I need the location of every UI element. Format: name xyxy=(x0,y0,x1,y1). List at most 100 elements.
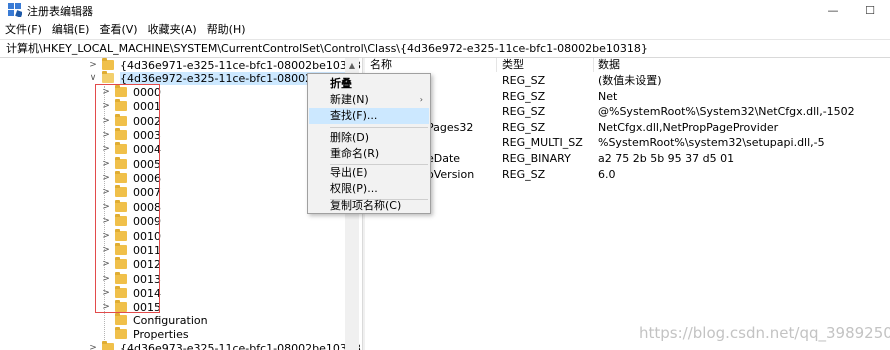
tree-item-subkey[interactable]: >0012 xyxy=(101,257,161,271)
folder-icon xyxy=(115,214,127,226)
menu-edit[interactable]: 编辑(E) xyxy=(47,21,95,39)
chevron-right-icon[interactable]: > xyxy=(88,343,98,350)
folder-icon xyxy=(115,128,127,140)
menu-view[interactable]: 查看(V) xyxy=(94,21,142,39)
menu-item-permissions[interactable]: 权限(P)... xyxy=(309,181,429,197)
tree-item-subkey[interactable]: >0000 xyxy=(101,85,161,99)
folder-icon xyxy=(115,313,127,325)
menu-item-export[interactable]: 导出(E) xyxy=(309,165,429,181)
chevron-right-icon[interactable]: > xyxy=(101,231,111,241)
tree-item-subkey[interactable]: >0010 xyxy=(101,229,161,243)
folder-icon xyxy=(115,157,127,169)
menu-separator xyxy=(330,127,428,128)
chevron-right-icon[interactable]: > xyxy=(101,302,111,312)
chevron-right-icon[interactable]: > xyxy=(101,144,111,154)
tree-item-subkey[interactable]: >0009 xyxy=(101,214,161,228)
tree-item-class-4d36e973[interactable]: > {4d36e973-e325-11ce-bfc1-08002be10318} xyxy=(88,341,362,350)
tree-item-label: 0014 xyxy=(133,286,161,300)
tree-item-subkey[interactable]: >0005 xyxy=(101,157,161,171)
chevron-right-icon[interactable]: > xyxy=(101,202,111,212)
chevron-right-icon[interactable]: > xyxy=(88,60,98,70)
menu-file[interactable]: 文件(F) xyxy=(0,21,47,39)
menu-item-rename[interactable]: 重命名(R) xyxy=(309,146,429,162)
folder-icon xyxy=(115,272,127,284)
tree-item-label: 0008 xyxy=(133,200,161,214)
value-data: @%SystemRoot%\System32\NetCfgx.dll,-1502 xyxy=(598,105,855,118)
chevron-right-icon[interactable]: > xyxy=(101,245,111,255)
registry-editor-icon xyxy=(8,3,22,17)
maximize-button[interactable]: ☐ xyxy=(855,0,885,20)
folder-icon xyxy=(115,327,127,339)
context-menu: 折叠 新建(N) › 查找(F)... 删除(D) 重命名(R) 导出(E) 权… xyxy=(307,73,431,214)
column-separator[interactable] xyxy=(593,58,594,72)
menu-item-delete[interactable]: 删除(D) xyxy=(309,130,429,146)
tree-item-subkey[interactable]: >0001 xyxy=(101,99,161,113)
tree-item-subkey[interactable]: >0007 xyxy=(101,185,161,199)
value-type: REG_SZ xyxy=(502,168,546,181)
chevron-right-icon[interactable]: > xyxy=(101,274,111,284)
chevron-right-icon[interactable]: > xyxy=(101,116,111,126)
tree-item-label: 0002 xyxy=(133,114,161,128)
chevron-right-icon[interactable]: > xyxy=(101,216,111,226)
tree-item-label: Configuration xyxy=(133,313,208,327)
folder-icon xyxy=(115,99,127,111)
menu-help[interactable]: 帮助(H) xyxy=(202,21,251,39)
value-data: a2 75 2b 5b 95 37 d5 01 xyxy=(598,152,735,165)
value-type: REG_SZ xyxy=(502,74,546,87)
tree-item-subkey[interactable]: >0003 xyxy=(101,128,161,142)
chevron-right-icon[interactable]: > xyxy=(101,87,111,97)
tree-item-subkey[interactable]: >0013 xyxy=(101,272,161,286)
menu-favorites[interactable]: 收藏夹(A) xyxy=(143,21,202,39)
tree-item-label: 0009 xyxy=(133,214,161,228)
column-header-name[interactable]: 名称 xyxy=(370,58,392,72)
menu-item-find[interactable]: 查找(F)... xyxy=(309,108,429,124)
tree-item-subkey[interactable]: >0002 xyxy=(101,114,161,128)
chevron-right-icon[interactable]: > xyxy=(101,101,111,111)
chevron-right-icon[interactable]: > xyxy=(101,159,111,169)
value-data: 6.0 xyxy=(598,168,616,181)
menu-bar: 文件(F) 编辑(E) 查看(V) 收藏夹(A) 帮助(H) xyxy=(0,21,251,39)
tree-item-label: {4d36e971-e325-11ce-bfc1-08002be10318} xyxy=(120,58,362,72)
folder-icon xyxy=(115,142,127,154)
scroll-up-arrow-icon[interactable]: ▲ xyxy=(345,58,359,72)
tree-item-subkey[interactable]: >0015 xyxy=(101,300,161,314)
values-list-pane: 名称 类型 数据 REG_SZ (数值未设置) REG_SZ Net REG_SZ @%S… xyxy=(365,58,890,350)
tree-item-subkey[interactable]: >0014 xyxy=(101,286,161,300)
tree-item-class-4d36e971[interactable]: > {4d36e971-e325-11ce-bfc1-08002be10318} xyxy=(88,58,362,72)
menu-item-new[interactable]: 新建(N) › xyxy=(309,92,429,108)
menu-item-label: 新建(N) xyxy=(330,93,369,106)
menu-item-collapse[interactable]: 折叠 xyxy=(309,76,429,92)
column-header-type[interactable]: 类型 xyxy=(502,58,524,72)
title-bar: 注册表编辑器 — ☐ xyxy=(0,0,890,20)
value-name: Pages32 xyxy=(427,121,474,134)
watermark: https://blog.csdn.net/qq_39892503 xyxy=(639,324,890,342)
value-data: (数值未设置) xyxy=(598,74,662,87)
chevron-right-icon[interactable]: > xyxy=(101,187,111,197)
column-separator[interactable] xyxy=(496,58,497,72)
tree-item-subkey[interactable]: >0008 xyxy=(101,200,161,214)
folder-icon xyxy=(115,171,127,183)
tree-item-label: 0011 xyxy=(133,243,161,257)
menu-item-copy-key-name[interactable]: 复制项名称(C) xyxy=(309,198,429,214)
address-bar[interactable]: 计算机\HKEY_LOCAL_MACHINE\SYSTEM\CurrentCon… xyxy=(0,39,890,58)
column-header-data[interactable]: 数据 xyxy=(598,58,620,72)
value-type: REG_SZ xyxy=(502,90,546,103)
tree-item-subkey[interactable]: >0006 xyxy=(101,171,161,185)
chevron-right-icon[interactable]: > xyxy=(101,130,111,140)
folder-icon xyxy=(102,58,114,70)
chevron-right-icon[interactable]: > xyxy=(101,173,111,183)
value-data: Net xyxy=(598,90,618,103)
folder-icon xyxy=(115,286,127,298)
tree-item-label: 0012 xyxy=(133,257,161,271)
chevron-down-icon[interactable]: ∨ xyxy=(88,73,98,83)
tree-item-subkey[interactable]: >0004 xyxy=(101,142,161,156)
tree-item-label: 0010 xyxy=(133,229,161,243)
minimize-button[interactable]: — xyxy=(818,0,848,20)
chevron-right-icon[interactable]: > xyxy=(101,288,111,298)
tree-item-properties[interactable]: Properties xyxy=(101,327,189,341)
value-name: oVersion xyxy=(427,168,475,181)
chevron-right-icon[interactable]: > xyxy=(101,259,111,269)
tree-item-configuration[interactable]: Configuration xyxy=(101,313,208,327)
tree-item-label: 0000 xyxy=(133,85,161,99)
tree-item-subkey[interactable]: >0011 xyxy=(101,243,161,257)
